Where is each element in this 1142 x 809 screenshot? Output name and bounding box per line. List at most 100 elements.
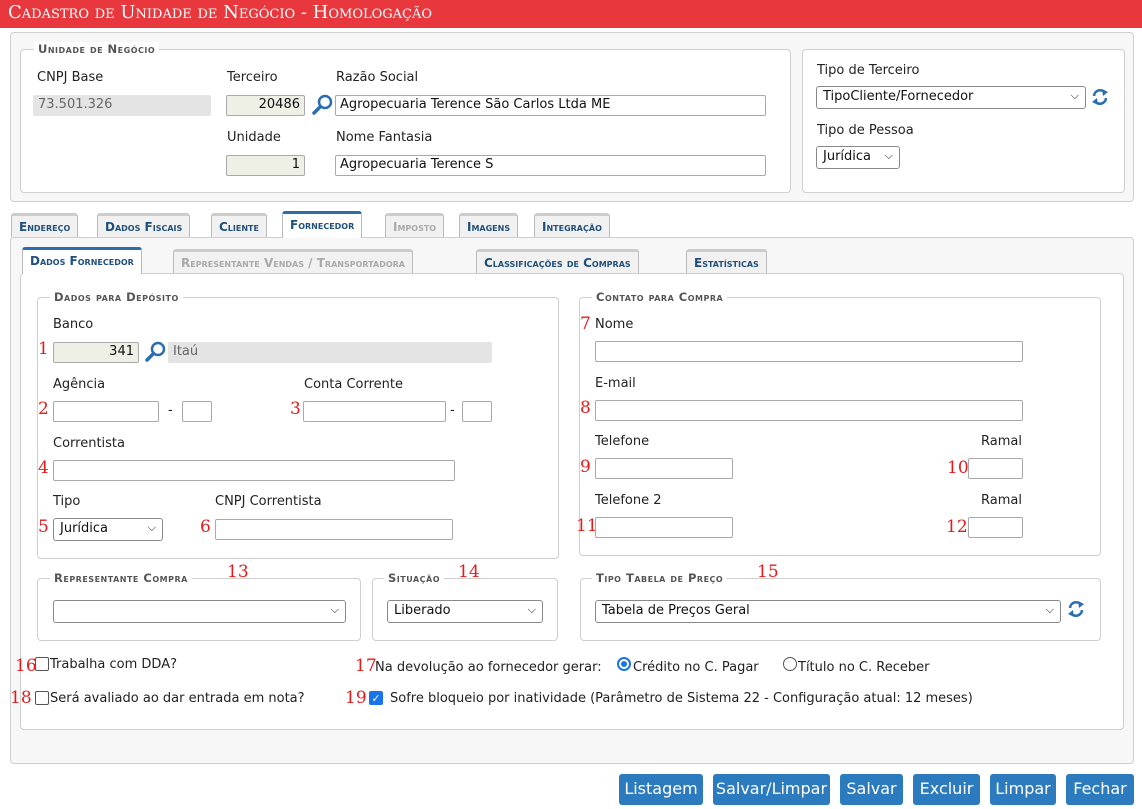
marker-19: 19 xyxy=(345,688,367,708)
titulo-label: Título no C. Receber xyxy=(798,660,930,675)
tab-classificacoes-compras[interactable]: Classificações de Compras xyxy=(476,249,639,273)
tabela-legend: Tipo Tabela de Preço xyxy=(592,571,728,585)
banco-label: Banco xyxy=(53,317,94,332)
terceiro-field[interactable]: 20486 xyxy=(226,95,305,116)
marker-14: 14 xyxy=(458,562,480,582)
fechar-button[interactable]: Fechar xyxy=(1066,774,1134,805)
tipo-pessoa-value: Jurídica xyxy=(823,149,872,164)
unidade-label: Unidade xyxy=(227,130,281,145)
tabela-value: Tabela de Preços Geral xyxy=(602,603,750,618)
chevron-down-icon: ⌵ xyxy=(1070,89,1079,102)
credito-label: Crédito no C. Pagar xyxy=(633,660,759,675)
tipo-value: Jurídica xyxy=(60,521,109,536)
razao-social-field[interactable]: Agropecuaria Terence São Carlos Ltda ME xyxy=(335,95,766,116)
nome-field[interactable] xyxy=(595,341,1023,362)
tab-representante-vendas[interactable]: Representante Vendas / Transportadora xyxy=(173,249,413,273)
tipo-terceiro-select[interactable]: TipoCliente/Fornecedor ⌵ xyxy=(816,86,1086,109)
terceiro-label: Terceiro xyxy=(227,70,278,85)
conta-digit-field[interactable] xyxy=(462,401,492,422)
representante-select[interactable]: ⌵ xyxy=(53,600,346,623)
telefone-label: Telefone xyxy=(595,434,650,449)
marker-6: 6 xyxy=(200,517,211,537)
marker-1: 1 xyxy=(38,339,49,359)
telefone2-field[interactable] xyxy=(595,517,733,538)
tab-fornecedor[interactable]: Fornecedor xyxy=(282,211,363,238)
banco-name-field[interactable]: Itaú xyxy=(168,342,492,363)
salvar-limpar-button[interactable]: Salvar/Limpar xyxy=(713,774,830,805)
avaliado-checkbox[interactable] xyxy=(35,691,49,705)
tab-cliente[interactable]: Cliente xyxy=(211,213,267,237)
agencia-digit-field[interactable] xyxy=(182,401,212,422)
refresh-icon[interactable] xyxy=(1090,86,1110,108)
chevron-down-icon: ⌵ xyxy=(147,521,156,534)
listagem-button[interactable]: Listagem xyxy=(619,774,703,805)
ramal2-field[interactable] xyxy=(968,517,1023,538)
marker-9: 9 xyxy=(580,457,591,477)
ramal2-label: Ramal xyxy=(981,493,1022,508)
tipo-pessoa-select[interactable]: Jurídica ⌵ xyxy=(816,146,900,169)
razao-social-label: Razão Social xyxy=(336,70,419,85)
chevron-down-icon: ⌵ xyxy=(527,603,536,616)
marker-16: 16 xyxy=(15,656,37,676)
agencia-dash: - xyxy=(168,403,173,418)
ramal-field[interactable] xyxy=(968,458,1023,479)
tipo-pessoa-label: Tipo de Pessoa xyxy=(817,123,914,138)
unidade-legend: Unidade de Negócio xyxy=(34,42,160,56)
tab-imagens[interactable]: Imagens xyxy=(459,213,519,237)
tab-dados-fornecedor[interactable]: Dados Fornecedor xyxy=(22,247,142,274)
marker-13: 13 xyxy=(227,562,249,582)
nome-fantasia-field[interactable]: Agropecuaria Terence S xyxy=(335,155,766,176)
search-icon[interactable] xyxy=(312,94,334,116)
refresh-icon[interactable] xyxy=(1066,598,1086,620)
tab-endereco[interactable]: Endereço xyxy=(11,213,79,237)
situacao-value: Liberado xyxy=(394,603,451,618)
deposito-legend: Dados para Depósito xyxy=(50,290,183,304)
salvar-button[interactable]: Salvar xyxy=(840,774,903,805)
tabela-select[interactable]: Tabela de Preços Geral ⌵ xyxy=(595,600,1061,623)
cnpj-base-label: CNPJ Base xyxy=(37,70,104,85)
tipo-terceiro-value: TipoCliente/Fornecedor xyxy=(823,89,974,104)
agencia-label: Agência xyxy=(53,377,106,392)
ramal-label: Ramal xyxy=(981,434,1022,449)
devolucao-label: Na devolução ao fornecedor gerar: xyxy=(375,660,602,675)
tab-estatisticas[interactable]: Estatísticas xyxy=(686,249,767,273)
marker-2: 2 xyxy=(38,399,49,419)
marker-17: 17 xyxy=(355,656,377,676)
limpar-button[interactable]: Limpar xyxy=(990,774,1056,805)
telefone2-label: Telefone 2 xyxy=(595,493,662,508)
dda-checkbox[interactable] xyxy=(35,657,49,671)
agencia-field[interactable] xyxy=(53,401,159,422)
correntista-label: Correntista xyxy=(53,436,125,451)
tipo-label: Tipo xyxy=(53,494,81,509)
nome-fantasia-label: Nome Fantasia xyxy=(336,130,433,145)
tab-dados-fiscais[interactable]: Dados Fiscais xyxy=(97,213,191,237)
tipo-select[interactable]: Jurídica ⌵ xyxy=(53,518,163,541)
telefone-field[interactable] xyxy=(595,458,733,479)
tab-imposto[interactable]: Imposto xyxy=(385,213,445,237)
titulo-radio[interactable] xyxy=(783,657,797,671)
representante-legend: Representante Compra xyxy=(50,571,192,585)
search-icon[interactable] xyxy=(145,341,167,363)
email-field[interactable] xyxy=(595,400,1023,421)
bloqueio-label: Sofre bloqueio por inatividade (Parâmetr… xyxy=(390,691,973,706)
marker-5: 5 xyxy=(38,517,49,537)
credito-radio[interactable] xyxy=(617,657,631,671)
marker-15: 15 xyxy=(757,562,779,582)
marker-7: 7 xyxy=(580,314,591,334)
window-title: Cadastro de Unidade de Negócio - Homolog… xyxy=(0,0,1142,28)
dda-label: Trabalha com DDA? xyxy=(50,657,177,672)
banco-code-field[interactable]: 341 xyxy=(53,342,139,363)
cnpj-base-field[interactable]: 73.501.326 xyxy=(33,95,211,116)
correntista-field[interactable] xyxy=(53,460,455,481)
conta-corrente-field[interactable] xyxy=(303,401,446,422)
bloqueio-checkbox[interactable]: ✓ xyxy=(369,691,383,705)
cnpj-correntista-field[interactable] xyxy=(215,519,453,540)
email-label: E-mail xyxy=(595,376,636,391)
marker-3: 3 xyxy=(290,399,301,419)
situacao-select[interactable]: Liberado ⌵ xyxy=(387,600,543,623)
tipo-terceiro-label: Tipo de Terceiro xyxy=(817,63,920,78)
excluir-button[interactable]: Excluir xyxy=(913,774,980,805)
unidade-field[interactable]: 1 xyxy=(226,155,305,176)
tab-integracao[interactable]: Integração xyxy=(534,213,610,237)
marker-4: 4 xyxy=(38,458,49,478)
